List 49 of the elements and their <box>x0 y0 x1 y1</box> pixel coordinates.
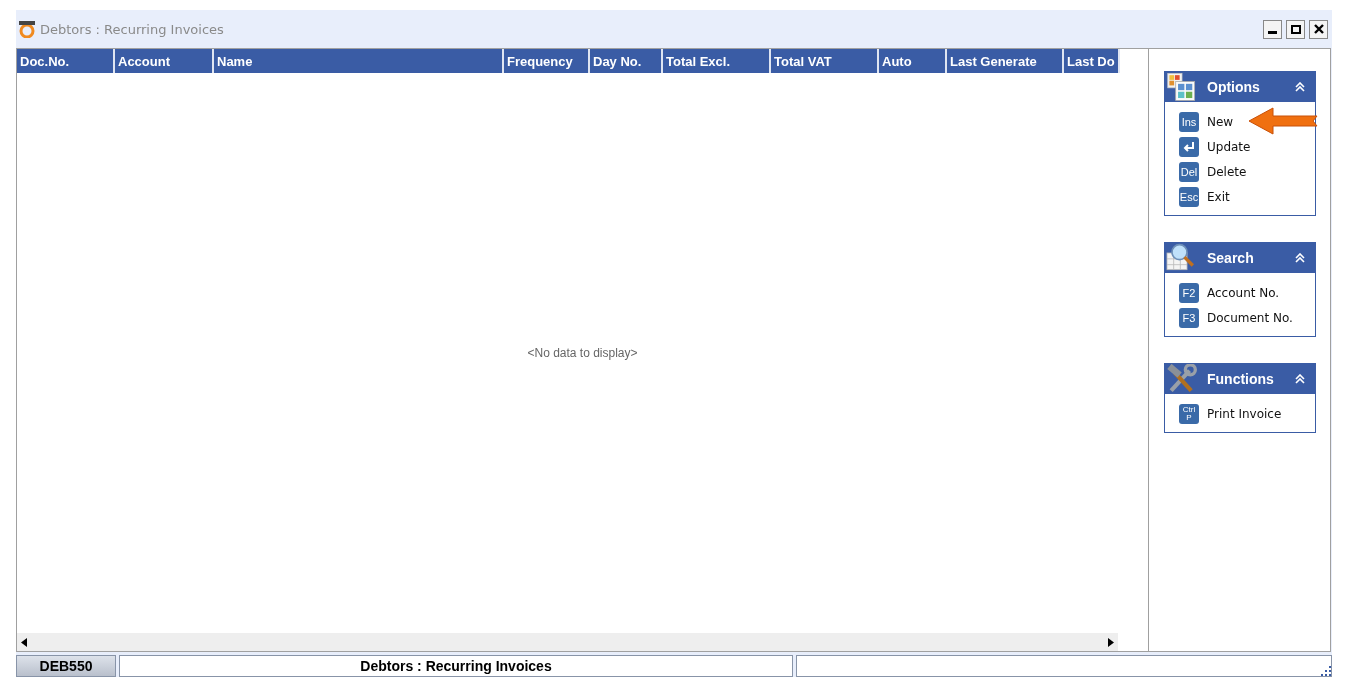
column-header[interactable]: Total VAT <box>771 49 879 73</box>
resize-grip-icon[interactable] <box>1321 666 1331 676</box>
key-cap: F3 <box>1179 308 1199 328</box>
panel-title: Options <box>1207 79 1261 95</box>
panel-header[interactable]: Options <box>1165 72 1315 102</box>
key-cap: Ctrl P <box>1179 404 1199 424</box>
panel-title: Search <box>1207 250 1255 266</box>
column-header[interactable]: Doc.No. <box>17 49 115 73</box>
enter-key-icon <box>1179 137 1199 157</box>
collapse-icon[interactable] <box>1295 82 1305 92</box>
collapse-icon[interactable] <box>1295 253 1305 263</box>
maximize-button[interactable] <box>1286 19 1305 39</box>
panel-link[interactable]: Document No. <box>1207 311 1293 325</box>
key-cap: F2 <box>1179 283 1199 303</box>
close-button[interactable] <box>1309 19 1328 39</box>
panel-link[interactable]: Exit <box>1207 190 1230 204</box>
scroll-right-icon[interactable] <box>1108 637 1114 647</box>
column-header[interactable]: Name <box>214 49 504 73</box>
close-icon <box>1313 24 1324 34</box>
maximize-icon <box>1290 24 1301 34</box>
empty-message: <No data to display> <box>527 346 638 360</box>
window-title: Debtors : Recurring Invoices <box>40 21 225 37</box>
minimize-icon <box>1268 30 1277 34</box>
status-code: DEB550 <box>16 655 116 677</box>
key-cap: Del <box>1179 162 1199 182</box>
column-header[interactable]: Last Generate <box>947 49 1064 73</box>
panel-title: Functions <box>1207 371 1275 387</box>
key-cap: Esc <box>1179 187 1199 207</box>
status-title: Debtors : Recurring Invoices <box>119 655 793 677</box>
app-logo-icon <box>18 20 36 38</box>
panel-link[interactable]: New <box>1207 115 1234 129</box>
horizontal-scrollbar[interactable] <box>17 633 1118 651</box>
collapse-icon[interactable] <box>1295 374 1305 384</box>
key-cap: Ins <box>1179 112 1199 132</box>
panel-link[interactable]: Account No. <box>1207 286 1280 300</box>
column-header[interactable]: Account <box>115 49 214 73</box>
column-header[interactable]: Day No. <box>590 49 663 73</box>
tools-icon <box>1165 364 1199 394</box>
column-header[interactable]: Total Excl. <box>663 49 771 73</box>
panel-link[interactable]: Update <box>1207 140 1251 154</box>
column-header[interactable]: Frequency <box>504 49 590 73</box>
panel-header[interactable]: Search <box>1165 243 1315 273</box>
panel-header[interactable]: Functions <box>1165 364 1315 394</box>
panel-link[interactable]: Print Invoice <box>1207 407 1282 421</box>
column-header[interactable]: Auto <box>879 49 947 73</box>
minimize-button[interactable] <box>1263 19 1282 39</box>
scroll-left-icon[interactable] <box>21 637 27 647</box>
panel-link[interactable]: Delete <box>1207 165 1247 179</box>
column-header[interactable]: Last Do <box>1064 49 1120 73</box>
